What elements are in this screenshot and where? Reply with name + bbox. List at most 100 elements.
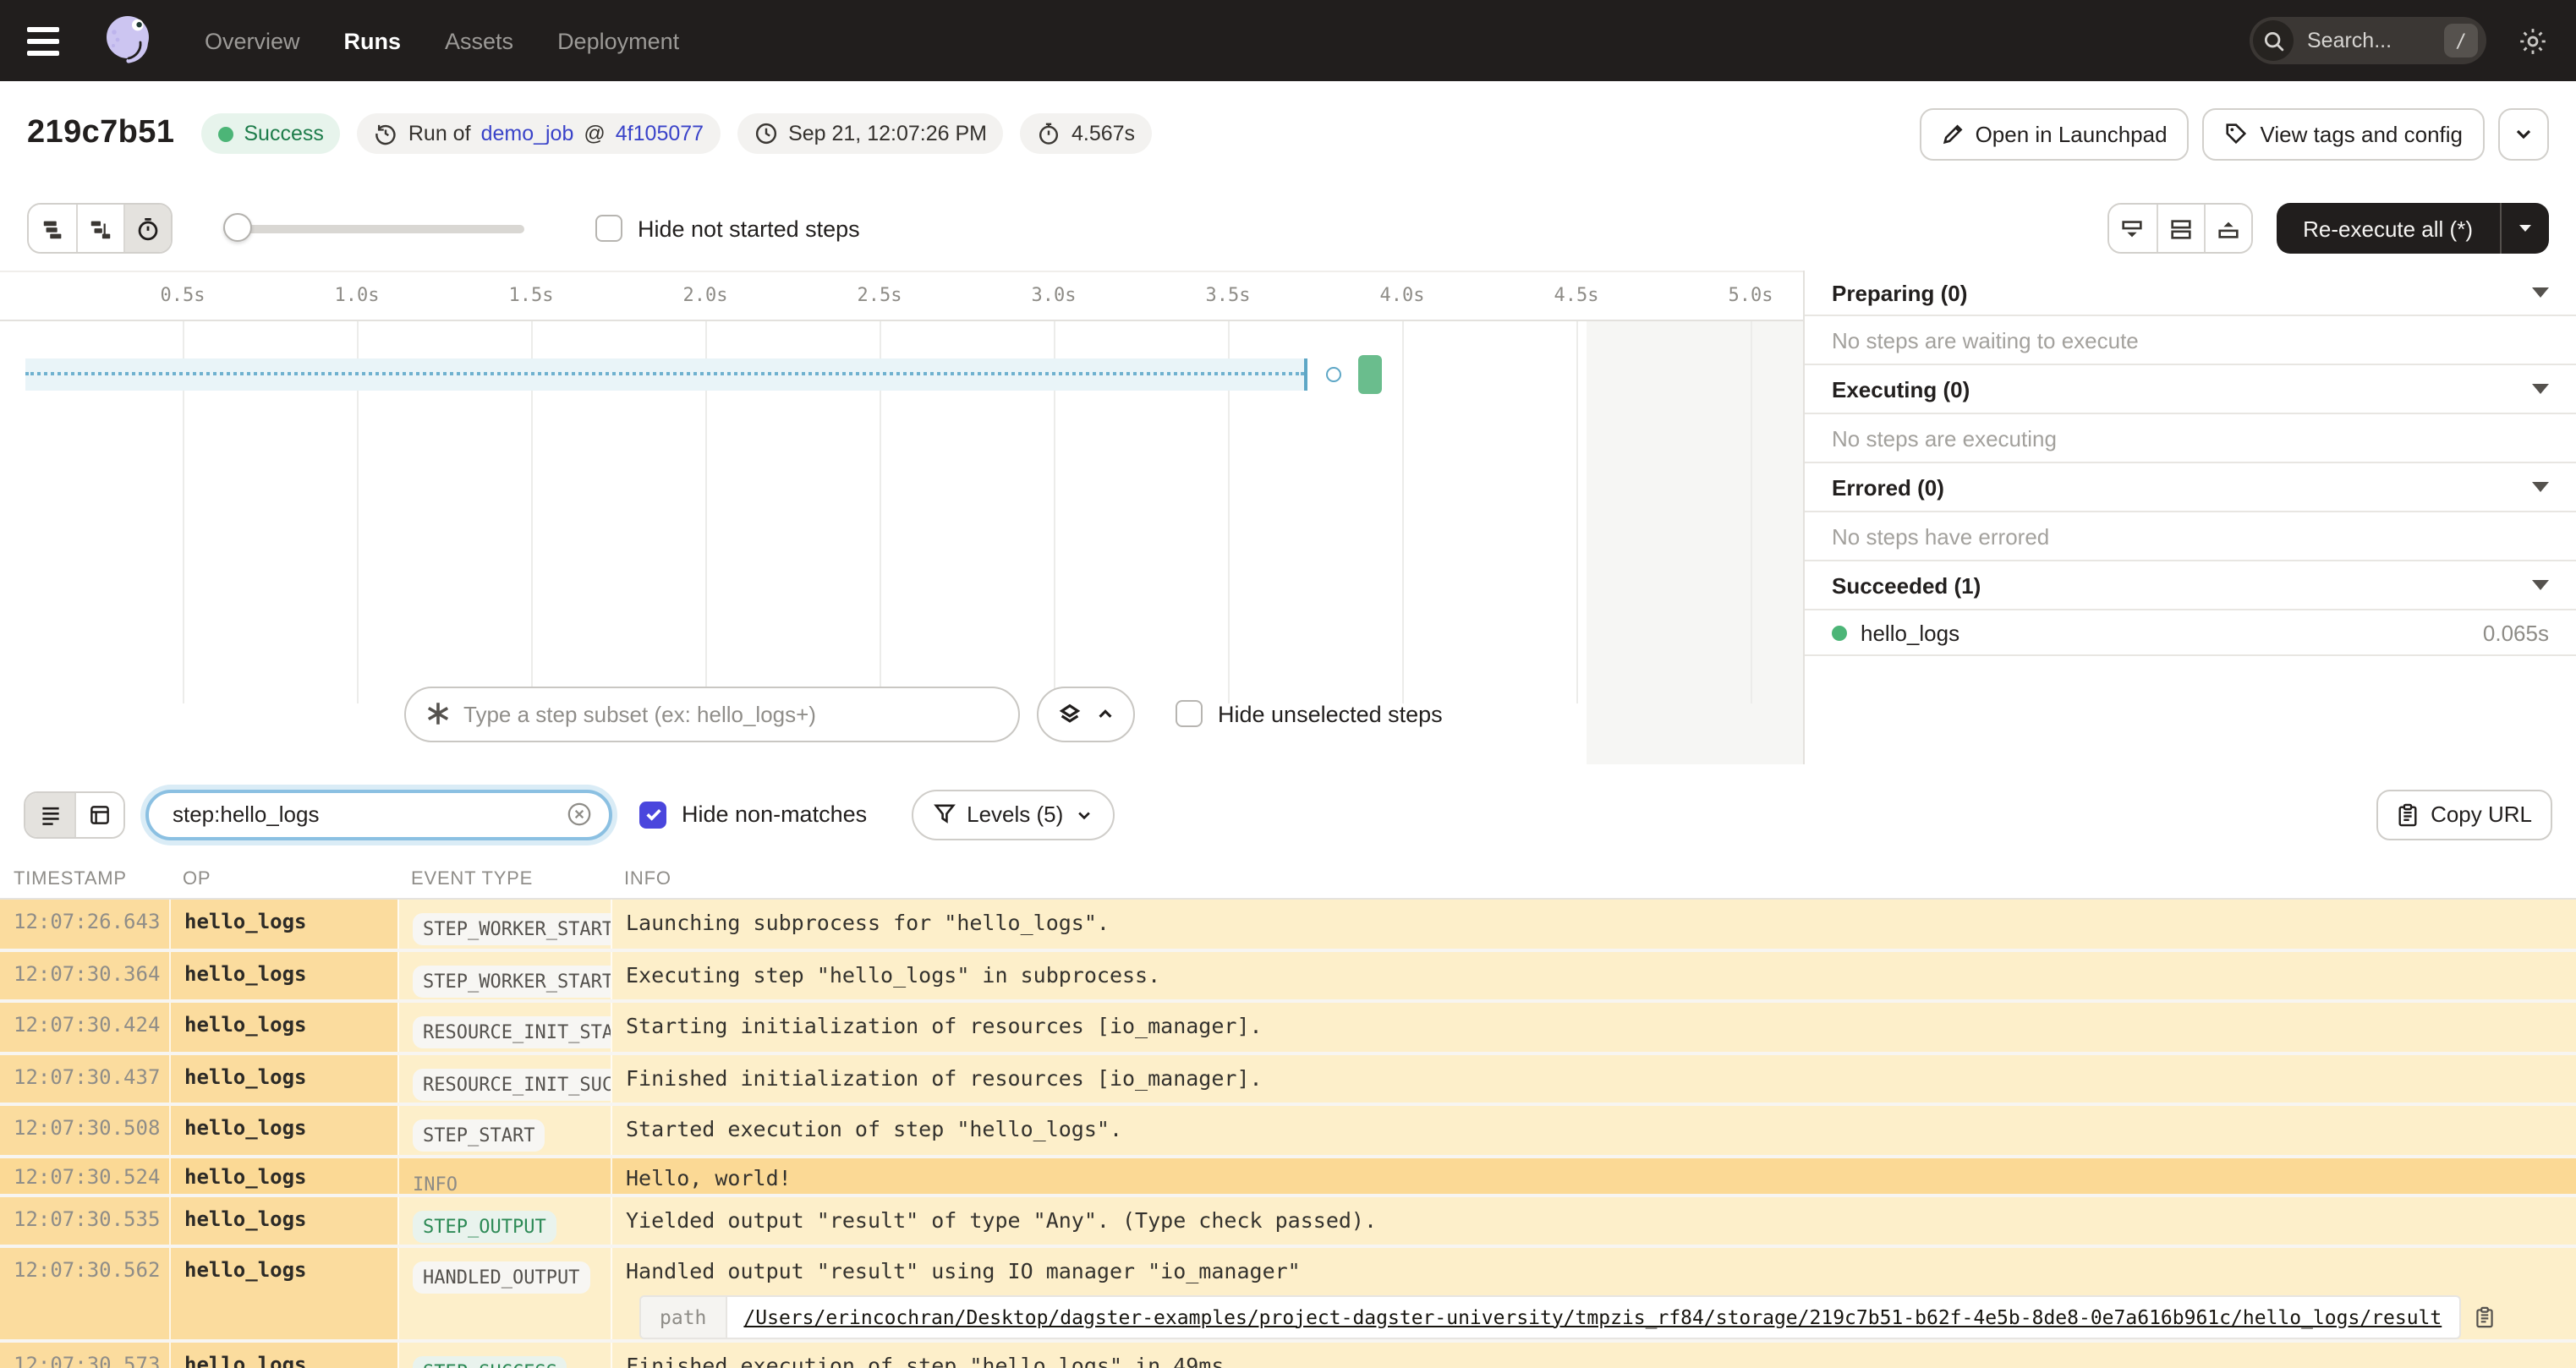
commit-link[interactable]: 4f105077 [616, 122, 704, 145]
log-row[interactable]: 12:07:30.573 hello_logs STEP_SUCCESS Fin… [0, 1343, 2576, 1368]
axis-tick: 0.5s [160, 284, 206, 306]
chevron-down-icon [2519, 225, 2531, 232]
collapse-bottom-panel-icon[interactable] [2108, 205, 2157, 252]
step-succeeded-bar[interactable] [1358, 355, 1382, 394]
step-subset-row: Type a step subset (ex: hello_logs+) Hid… [0, 683, 1803, 744]
col-header-event-type: EVENT TYPE [411, 869, 534, 889]
header-more-dropdown-button[interactable] [2498, 107, 2549, 160]
search-input[interactable]: Search... / [2250, 17, 2486, 64]
nav-link-overview[interactable]: Overview [205, 28, 300, 53]
log-row[interactable]: 12:07:30.364 hello_logs STEP_WORKER_STAR… [0, 951, 2576, 1003]
collapse-top-panel-icon[interactable] [2203, 205, 2251, 252]
gantt-zoom-slider[interactable] [223, 213, 524, 244]
gantt-flat-mode-icon[interactable] [29, 205, 76, 252]
run-id: 219c7b51 [27, 115, 175, 150]
nav-link-runs[interactable]: Runs [344, 28, 402, 53]
log-row[interactable]: 12:07:30.424 hello_logs RESOURCE_INIT_ST… [0, 1003, 2576, 1054]
gantt-time-axis: 0.5s 1.0s 1.5s 2.0s 2.5s 3.0s 3.5s 4.0s … [0, 272, 1803, 321]
col-header-info: INFO [624, 869, 671, 889]
nav-links: Overview Runs Assets Deployment [205, 28, 679, 53]
chevron-down-icon [2516, 129, 2531, 140]
slider-thumb[interactable] [223, 213, 252, 242]
open-in-launchpad-button[interactable]: Open in Launchpad [1919, 107, 2190, 160]
chevron-up-icon [1099, 709, 1112, 717]
chevron-down-icon[interactable] [2532, 482, 2549, 492]
step-waiting-bar[interactable] [25, 358, 1307, 391]
op-selector-icon [427, 703, 449, 725]
hide-non-matches-label: Hide non-matches [682, 802, 868, 827]
copy-url-button[interactable]: Copy URL [2376, 789, 2552, 840]
axis-tick: 4.5s [1554, 284, 1599, 306]
dagster-logo[interactable] [98, 9, 161, 72]
copy-path-icon[interactable] [2474, 1305, 2494, 1328]
view-tags-config-button[interactable]: View tags and config [2202, 107, 2485, 160]
search-icon [2253, 20, 2294, 61]
log-list-view-icon[interactable] [25, 792, 74, 836]
errored-empty: No steps have errored [1805, 512, 2576, 561]
log-row[interactable]: 12:07:30.562 hello_logs HANDLED_OUTPUT H… [0, 1247, 2576, 1343]
axis-tick: 4.0s [1379, 284, 1425, 306]
log-filter-value: step:hello_logs [173, 802, 320, 827]
gantt-chart: 0.5s 1.0s 1.5s 2.0s 2.5s 3.0s 3.5s 4.0s … [0, 271, 1803, 764]
executing-empty: No steps are executing [1805, 414, 2576, 463]
succeeded-step-row[interactable]: hello_logs 0.065s [1805, 610, 2576, 656]
chevron-down-icon[interactable] [2532, 287, 2549, 298]
gantt-timed-mode-icon[interactable] [123, 205, 171, 252]
re-execute-all-button[interactable]: Re-execute all (*) [2276, 203, 2549, 254]
run-header: 219c7b51 Success Run of demo_job @ 4f105… [0, 81, 2576, 186]
log-row[interactable]: 12:07:30.524 hello_logs INFO Hello, worl… [0, 1157, 2576, 1197]
hamburger-menu-icon[interactable] [27, 19, 71, 63]
log-filter-input[interactable]: step:hello_logs [145, 789, 612, 840]
hide-not-started-label: Hide not started steps [638, 216, 860, 241]
graph-options-button[interactable] [1037, 686, 1135, 741]
axis-tick: 2.5s [857, 284, 902, 306]
clock-icon [755, 123, 777, 145]
axis-tick: 3.0s [1031, 284, 1077, 306]
log-structured-view-icon[interactable] [74, 792, 123, 836]
axis-tick: 3.5s [1205, 284, 1251, 306]
gantt-waterfall-mode-icon[interactable] [76, 205, 123, 252]
status-dot [218, 126, 234, 141]
step-subset-input[interactable]: Type a step subset (ex: hello_logs+) [404, 686, 1020, 741]
hide-unselected-checkbox[interactable] [1176, 700, 1203, 727]
step-marker-dot[interactable] [1326, 367, 1341, 382]
output-path-row: path /Users/erincochran/Desktop/dagster-… [639, 1294, 2562, 1338]
split-panels-icon[interactable] [2156, 205, 2204, 252]
section-executing: Executing (0) [1805, 365, 2576, 414]
step-duration: 0.065s [2482, 620, 2549, 645]
nav-link-assets[interactable]: Assets [445, 28, 513, 53]
tag-icon [2226, 123, 2247, 145]
log-row[interactable]: 12:07:30.508 hello_logs STEP_START Start… [0, 1106, 2576, 1157]
step-name: hello_logs [1861, 620, 1960, 645]
log-row[interactable]: 12:07:30.437 hello_logs RESOURCE_INIT_SU… [0, 1054, 2576, 1106]
chevron-down-icon[interactable] [2532, 580, 2549, 590]
nav-link-deployment[interactable]: Deployment [557, 28, 679, 53]
layers-icon [1059, 703, 1081, 722]
panel-layout-segmented-control [2107, 203, 2253, 254]
log-view-segmented-control [24, 791, 125, 838]
hide-not-started-checkbox[interactable] [595, 215, 622, 242]
hide-unselected-label: Hide unselected steps [1218, 701, 1443, 726]
path-link[interactable]: /Users/erincochran/Desktop/dagster-examp… [726, 1296, 2458, 1337]
run-of-pill: Run of demo_job @ 4f105077 [357, 113, 721, 154]
axis-tick: 2.0s [682, 284, 728, 306]
event-type-badge: STEP_OUTPUT [413, 1211, 556, 1243]
levels-filter-button[interactable]: Levels (5) [911, 789, 1115, 840]
status-badge: Success [201, 113, 341, 154]
chevron-down-icon[interactable] [2532, 384, 2549, 394]
gear-icon[interactable] [2517, 25, 2549, 57]
top-nav: Overview Runs Assets Deployment Search..… [0, 0, 2576, 81]
log-row[interactable]: 12:07:26.643 hello_logs STEP_WORKER_STAR… [0, 900, 2576, 951]
datetime-pill: Sep 21, 12:07:26 PM [737, 113, 1004, 154]
clear-filter-icon[interactable] [567, 802, 592, 827]
clipboard-icon [2398, 802, 2417, 826]
chevron-down-icon [1077, 811, 1090, 819]
re-execute-dropdown[interactable] [2500, 203, 2549, 254]
hide-non-matches-checkbox[interactable] [639, 801, 666, 828]
section-preparing: Preparing (0) [1805, 271, 2576, 316]
pencil-icon [1943, 123, 1963, 144]
event-type-badge: STEP_START [413, 1119, 545, 1152]
path-key: path [641, 1296, 727, 1337]
log-row[interactable]: 12:07:30.535 hello_logs STEP_OUTPUT Yiel… [0, 1197, 2576, 1247]
job-link[interactable]: demo_job [481, 122, 574, 145]
